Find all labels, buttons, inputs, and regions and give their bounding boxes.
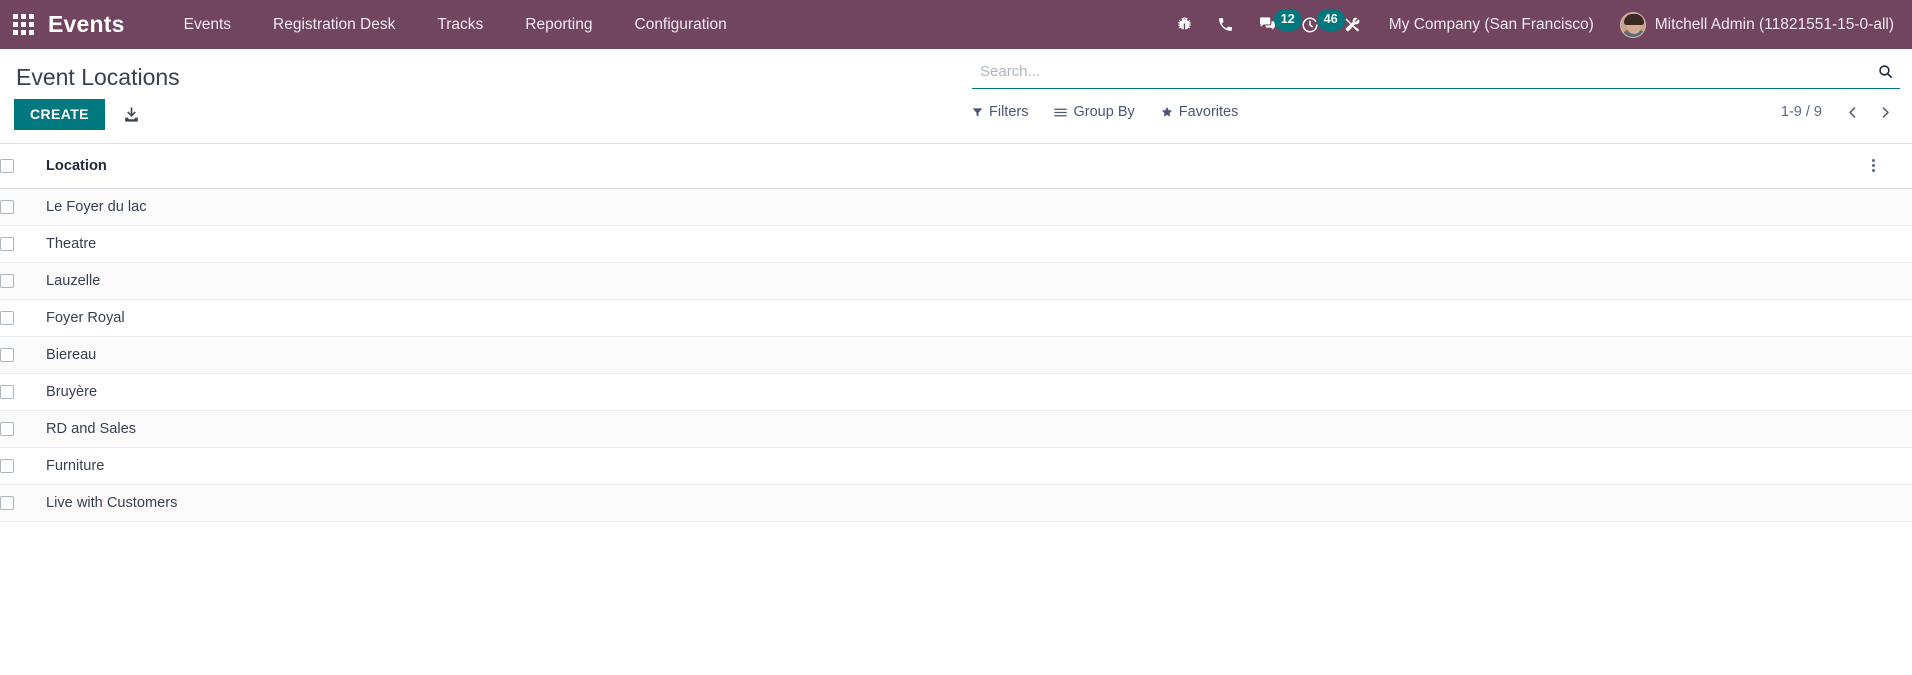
navbar-system-icons: 12 46	[1164, 0, 1373, 49]
list-view: Location Le Foyer du lac Theatre Lauzell…	[0, 144, 1912, 522]
search-icon[interactable]	[1871, 63, 1896, 80]
row-checkbox[interactable]	[0, 273, 14, 288]
row-checkbox[interactable]	[0, 458, 14, 473]
table-header: Location	[0, 144, 1912, 189]
cell-location: Theatre	[46, 225, 1866, 263]
table-row[interactable]: Live with Customers	[0, 484, 1912, 522]
table-row[interactable]: Foyer Royal	[0, 299, 1912, 337]
cell-location: Furniture	[46, 447, 1866, 485]
control-panel: Event Locations CREATE Search... Filters…	[0, 49, 1912, 144]
pager-previous-button[interactable]	[1838, 104, 1867, 121]
user-menu-label: Mitchell Admin (11821551-15-0-all)	[1654, 15, 1894, 33]
favorites-button[interactable]: Favorites	[1161, 102, 1251, 122]
nav-item-configuration[interactable]: Configuration	[614, 0, 748, 49]
top-navbar: Events Events Registration Desk Tracks R…	[0, 0, 1912, 49]
options-dots-icon[interactable]	[1866, 155, 1881, 176]
messages-icon[interactable]: 12	[1246, 0, 1302, 49]
row-select-cell	[0, 410, 46, 448]
row-options-cell	[1866, 484, 1912, 522]
table-header-row: Location	[0, 144, 1912, 189]
cell-location: Live with Customers	[46, 484, 1866, 522]
search-bar	[972, 57, 1900, 89]
row-checkbox[interactable]	[0, 495, 14, 510]
filters-button[interactable]: Filters	[972, 102, 1040, 122]
row-options-cell	[1866, 262, 1912, 300]
table-body: Le Foyer du lac Theatre Lauzelle Foyer R…	[0, 188, 1912, 522]
cell-location: Foyer Royal	[46, 299, 1866, 337]
pager-next-button[interactable]	[1871, 104, 1900, 121]
select-all-header	[0, 144, 46, 189]
import-download-icon[interactable]	[119, 102, 144, 127]
star-icon	[1161, 106, 1173, 118]
pager-range: 1-9 / 9	[1780, 104, 1822, 120]
bug-icon[interactable]	[1164, 0, 1205, 49]
page-title: Event Locations	[16, 64, 180, 90]
row-checkbox[interactable]	[0, 236, 14, 251]
table-row[interactable]: Lauzelle	[0, 262, 1912, 300]
control-panel-right: Filters Group By	[972, 49, 1912, 122]
row-options-cell	[1866, 225, 1912, 263]
column-header-location[interactable]: Location	[46, 144, 1866, 189]
cell-location: Lauzelle	[46, 262, 1866, 300]
hamburger-icon	[1054, 107, 1068, 118]
nav-item-tracks[interactable]: Tracks	[416, 0, 504, 49]
table-row[interactable]: Theatre	[0, 225, 1912, 263]
apps-grid-icon	[12, 14, 34, 35]
row-select-cell	[0, 447, 46, 485]
row-options-cell	[1866, 336, 1912, 374]
filters-label: Filters	[989, 104, 1029, 120]
control-panel-left: Event Locations CREATE	[0, 49, 972, 131]
nav-item-reporting[interactable]: Reporting	[504, 0, 613, 49]
row-options-cell	[1866, 373, 1912, 411]
cell-location: Bruyère	[46, 373, 1866, 411]
row-options-cell	[1866, 447, 1912, 485]
apps-menu-button[interactable]	[0, 0, 46, 49]
filter-row: Filters Group By Favorites 1-9 / 9	[972, 92, 1900, 122]
row-select-cell	[0, 188, 46, 226]
phone-icon[interactable]	[1205, 0, 1246, 49]
options-header	[1866, 144, 1912, 189]
cell-location: Le Foyer du lac	[46, 188, 1866, 226]
row-checkbox[interactable]	[0, 347, 14, 362]
tools-icon[interactable]	[1331, 0, 1373, 49]
row-select-cell	[0, 484, 46, 522]
table-row[interactable]: RD and Sales	[0, 410, 1912, 448]
cell-location: Biereau	[46, 336, 1866, 374]
action-button-row: CREATE	[14, 99, 972, 131]
pager: 1-9 / 9	[1781, 104, 1900, 121]
group-by-button[interactable]: Group By	[1054, 102, 1146, 122]
table-row[interactable]: Le Foyer du lac	[0, 188, 1912, 226]
group-by-label: Group By	[1073, 104, 1135, 120]
nav-item-events[interactable]: Events	[163, 0, 252, 49]
funnel-icon	[972, 107, 983, 118]
table-row[interactable]: Biereau	[0, 336, 1912, 374]
row-options-cell	[1866, 188, 1912, 226]
company-switcher[interactable]: My Company (San Francisco)	[1373, 0, 1610, 49]
table-row[interactable]: Furniture	[0, 447, 1912, 485]
select-all-checkbox[interactable]	[0, 158, 14, 173]
row-checkbox[interactable]	[0, 421, 14, 436]
row-select-cell	[0, 299, 46, 337]
create-button[interactable]: CREATE	[14, 99, 105, 131]
table-row[interactable]: Bruyère	[0, 373, 1912, 411]
row-options-cell	[1866, 410, 1912, 448]
row-options-cell	[1866, 299, 1912, 337]
row-select-cell	[0, 262, 46, 300]
event-locations-table: Location Le Foyer du lac Theatre Lauzell…	[0, 144, 1912, 522]
row-select-cell	[0, 336, 46, 374]
user-menu[interactable]: Mitchell Admin (11821551-15-0-all)	[1610, 0, 1898, 49]
row-checkbox[interactable]	[0, 384, 14, 399]
navbar-menu: Events Registration Desk Tracks Reportin…	[163, 0, 748, 49]
activities-clock-icon[interactable]: 46	[1289, 0, 1345, 49]
row-select-cell	[0, 225, 46, 263]
row-checkbox[interactable]	[0, 199, 14, 214]
favorites-label: Favorites	[1178, 104, 1239, 120]
user-avatar	[1619, 11, 1646, 38]
row-checkbox[interactable]	[0, 310, 14, 325]
app-brand-events[interactable]: Events	[48, 11, 125, 38]
cell-location: RD and Sales	[46, 410, 1866, 448]
row-select-cell	[0, 373, 46, 411]
search-input[interactable]	[972, 61, 1871, 82]
nav-item-registration-desk[interactable]: Registration Desk	[252, 0, 416, 49]
